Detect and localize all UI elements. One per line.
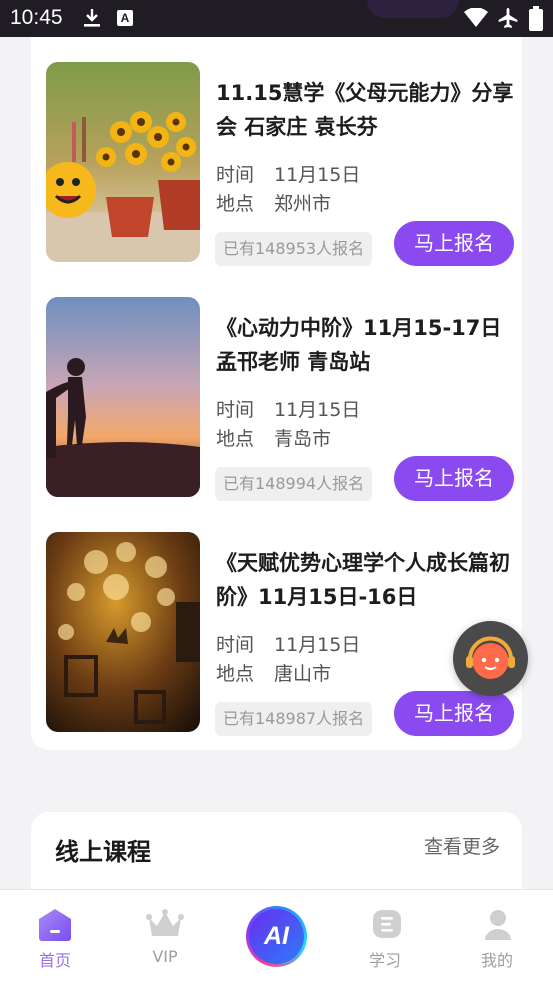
download-icon	[84, 9, 100, 27]
tab-mine-label: 我的	[480, 951, 513, 970]
event-place-label: 地点	[216, 663, 255, 685]
event-title: 11.15慧学《父母元能力》分享会 石家庄 袁长芬	[216, 81, 514, 139]
signup-button[interactable]: 马上报名	[394, 221, 514, 266]
wifi-icon	[464, 8, 488, 27]
signup-count-badge: 已有148994人报名	[215, 467, 373, 501]
camera-cutout	[367, 0, 459, 18]
user-profile-icon	[485, 910, 511, 940]
crown-icon	[146, 909, 184, 936]
event-thumbnail	[46, 297, 200, 497]
signup-button[interactable]: 马上报名	[394, 456, 514, 501]
event-thumbnail	[46, 62, 200, 262]
event-place-row: 地点 青岛市	[216, 424, 331, 451]
app-notification-icon: A	[117, 10, 133, 26]
headset-mascot-icon	[466, 636, 515, 679]
tab-study[interactable]: 学习	[330, 890, 440, 985]
event-time-label: 时间	[216, 399, 255, 421]
event-item[interactable]: 11.15慧学《父母元能力》分享会 石家庄 袁长芬 时间 11月15日 地点 郑州市…	[46, 62, 516, 266]
battery-icon	[529, 6, 543, 31]
ai-label: AI	[249, 909, 304, 964]
event-time-value: 11月15日	[274, 634, 361, 656]
home-icon	[39, 909, 71, 941]
event-place-value: 青岛市	[274, 428, 332, 450]
event-time-row: 时间 11月15日	[216, 630, 360, 657]
tab-mine[interactable]: 我的	[442, 890, 552, 985]
signup-count-badge: 已有148987人报名	[215, 702, 373, 736]
tab-vip[interactable]: VIP	[110, 890, 220, 985]
tab-home[interactable]: 首页	[0, 890, 110, 985]
event-time-value: 11月15日	[274, 399, 361, 421]
event-time-value: 11月15日	[274, 164, 361, 186]
ai-assistant-button[interactable]: AI	[246, 906, 307, 967]
event-time-label: 时间	[216, 634, 255, 656]
customer-service-button[interactable]	[453, 621, 528, 696]
airplane-mode-icon	[498, 8, 518, 28]
event-thumbnail	[46, 532, 200, 732]
event-place-label: 地点	[216, 428, 255, 450]
view-more-link[interactable]: 查看更多	[424, 832, 500, 859]
event-title: 《心动力中阶》11月15-17日孟邗老师 青岛站	[216, 316, 502, 374]
event-place-label: 地点	[216, 193, 255, 215]
status-time: 10:45	[10, 6, 63, 29]
study-book-icon	[373, 910, 401, 938]
signup-button[interactable]: 马上报名	[394, 691, 514, 736]
event-time-row: 时间 11月15日	[216, 395, 360, 422]
online-courses-heading: 线上课程	[55, 838, 151, 866]
event-time-label: 时间	[216, 164, 255, 186]
event-time-row: 时间 11月15日	[216, 160, 360, 187]
status-bar: 10:45 A	[0, 0, 553, 37]
event-item[interactable]: 《天赋优势心理学个人成长篇初阶》11月15日-16日 时间 11月15日 地点 唐山…	[46, 532, 516, 736]
tab-study-label: 学习	[368, 951, 401, 970]
event-place-row: 地点 郑州市	[216, 189, 331, 216]
tab-home-label: 首页	[38, 951, 71, 970]
event-place-row: 地点 唐山市	[216, 659, 331, 686]
event-item[interactable]: 《心动力中阶》11月15-17日孟邗老师 青岛站 时间 11月15日 地点 青岛市 …	[46, 297, 516, 501]
tab-vip-label: VIP	[152, 947, 178, 966]
event-place-value: 唐山市	[274, 663, 332, 685]
signup-count-badge: 已有148953人报名	[215, 232, 373, 266]
event-title: 《天赋优势心理学个人成长篇初阶》11月15日-16日	[216, 551, 510, 609]
event-place-value: 郑州市	[274, 193, 332, 215]
